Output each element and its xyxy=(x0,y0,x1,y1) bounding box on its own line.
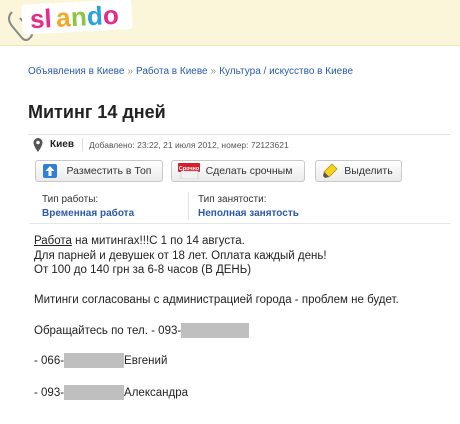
description-line-2: Для парней и девушек от 18 лет. Оплата к… xyxy=(34,249,327,262)
svg-text:a: a xyxy=(55,2,72,33)
description-line-3: От 100 до 140 грн за 6-8 часов (В ДЕНЬ) xyxy=(34,264,252,276)
make-urgent-label: Сделать срочным xyxy=(205,165,293,177)
map-pin-icon xyxy=(33,138,43,152)
contact-2-prefix: - 093- xyxy=(34,386,65,399)
redacted-phone xyxy=(64,385,125,400)
contact-1-name: Евгений xyxy=(124,354,168,367)
urgent-badge-icon: Срочно xyxy=(178,163,200,179)
divider xyxy=(82,138,83,151)
svg-text:n: n xyxy=(70,1,87,32)
contact-intro: Обращайтесь по тел. - 093- xyxy=(34,323,250,338)
breadcrumb-link-culture-kiev[interactable]: Культура / искусство в Киеве xyxy=(219,66,353,77)
divider xyxy=(188,192,189,220)
highlighter-icon xyxy=(323,163,338,178)
ad-description: Работа на митингах!!!С 1 по 14 августа. … xyxy=(34,234,399,307)
breadcrumb-separator: » xyxy=(127,66,134,77)
svg-text:o: o xyxy=(102,0,119,30)
breadcrumb: Объявления в Киеве» Работа в Киеве» Культу… xyxy=(28,66,353,77)
urgent-badge-text: Срочно xyxy=(179,166,200,172)
svg-text:sl: sl xyxy=(29,3,52,34)
description-line-1-rest: на митингах!!!С 1 по 14 августа. xyxy=(71,235,245,247)
promote-top-button[interactable]: Разместить в Топ xyxy=(35,160,163,182)
breadcrumb-link-ads-kiev[interactable]: Объявления в Киеве xyxy=(28,66,124,77)
job-type-block: Тип работы: Временная работа xyxy=(42,194,134,219)
page-title: Митинг 14 дней xyxy=(28,102,166,122)
description-line-1: Работа на митингах!!!С 1 по 14 августа. xyxy=(34,234,399,249)
description-line-4: Митинги согласованы с администрацией гор… xyxy=(34,293,399,306)
city-label: Киев xyxy=(50,139,74,150)
contact-1: - 066- Евгений xyxy=(34,353,167,368)
employment-type-block: Тип занятости: Неполная занятость xyxy=(198,194,299,219)
make-urgent-button[interactable]: Срочно Сделать срочным xyxy=(171,160,305,182)
site-header: sl a n d o xyxy=(0,0,460,46)
job-type-label: Тип работы: xyxy=(42,194,99,205)
contact-1-prefix: - 066- xyxy=(34,354,65,367)
contact-2: - 093- Александра xyxy=(34,385,188,400)
added-info: Добавлено: 23:22, 21 июля 2012, номер: 7… xyxy=(89,140,289,150)
employment-type-value[interactable]: Неполная занятость xyxy=(198,208,299,219)
breadcrumb-link-jobs-kiev[interactable]: Работа в Киеве xyxy=(136,66,208,77)
arrow-up-icon xyxy=(43,164,57,178)
ad-meta-bar: Киев Добавлено: 23:22, 21 июля 2012, ном… xyxy=(28,134,450,154)
svg-text:d: d xyxy=(86,1,103,32)
job-details: Тип работы: Временная работа Тип занятос… xyxy=(30,184,450,224)
description-keyword: Работа xyxy=(34,235,72,247)
promote-top-label: Разместить в Топ xyxy=(66,165,152,177)
highlight-label: Выделить xyxy=(344,165,393,177)
employment-type-label: Тип занятости: xyxy=(198,194,267,205)
job-type-value[interactable]: Временная работа xyxy=(42,208,134,219)
contact-2-name: Александра xyxy=(124,386,188,399)
breadcrumb-separator: » xyxy=(210,66,217,77)
redacted-phone xyxy=(181,323,250,338)
redacted-phone xyxy=(64,353,125,368)
slando-logo[interactable]: sl a n d o xyxy=(4,0,136,44)
contact-intro-text: Обращайтесь по тел. - 093- xyxy=(34,324,182,337)
highlight-button[interactable]: Выделить xyxy=(315,160,402,182)
